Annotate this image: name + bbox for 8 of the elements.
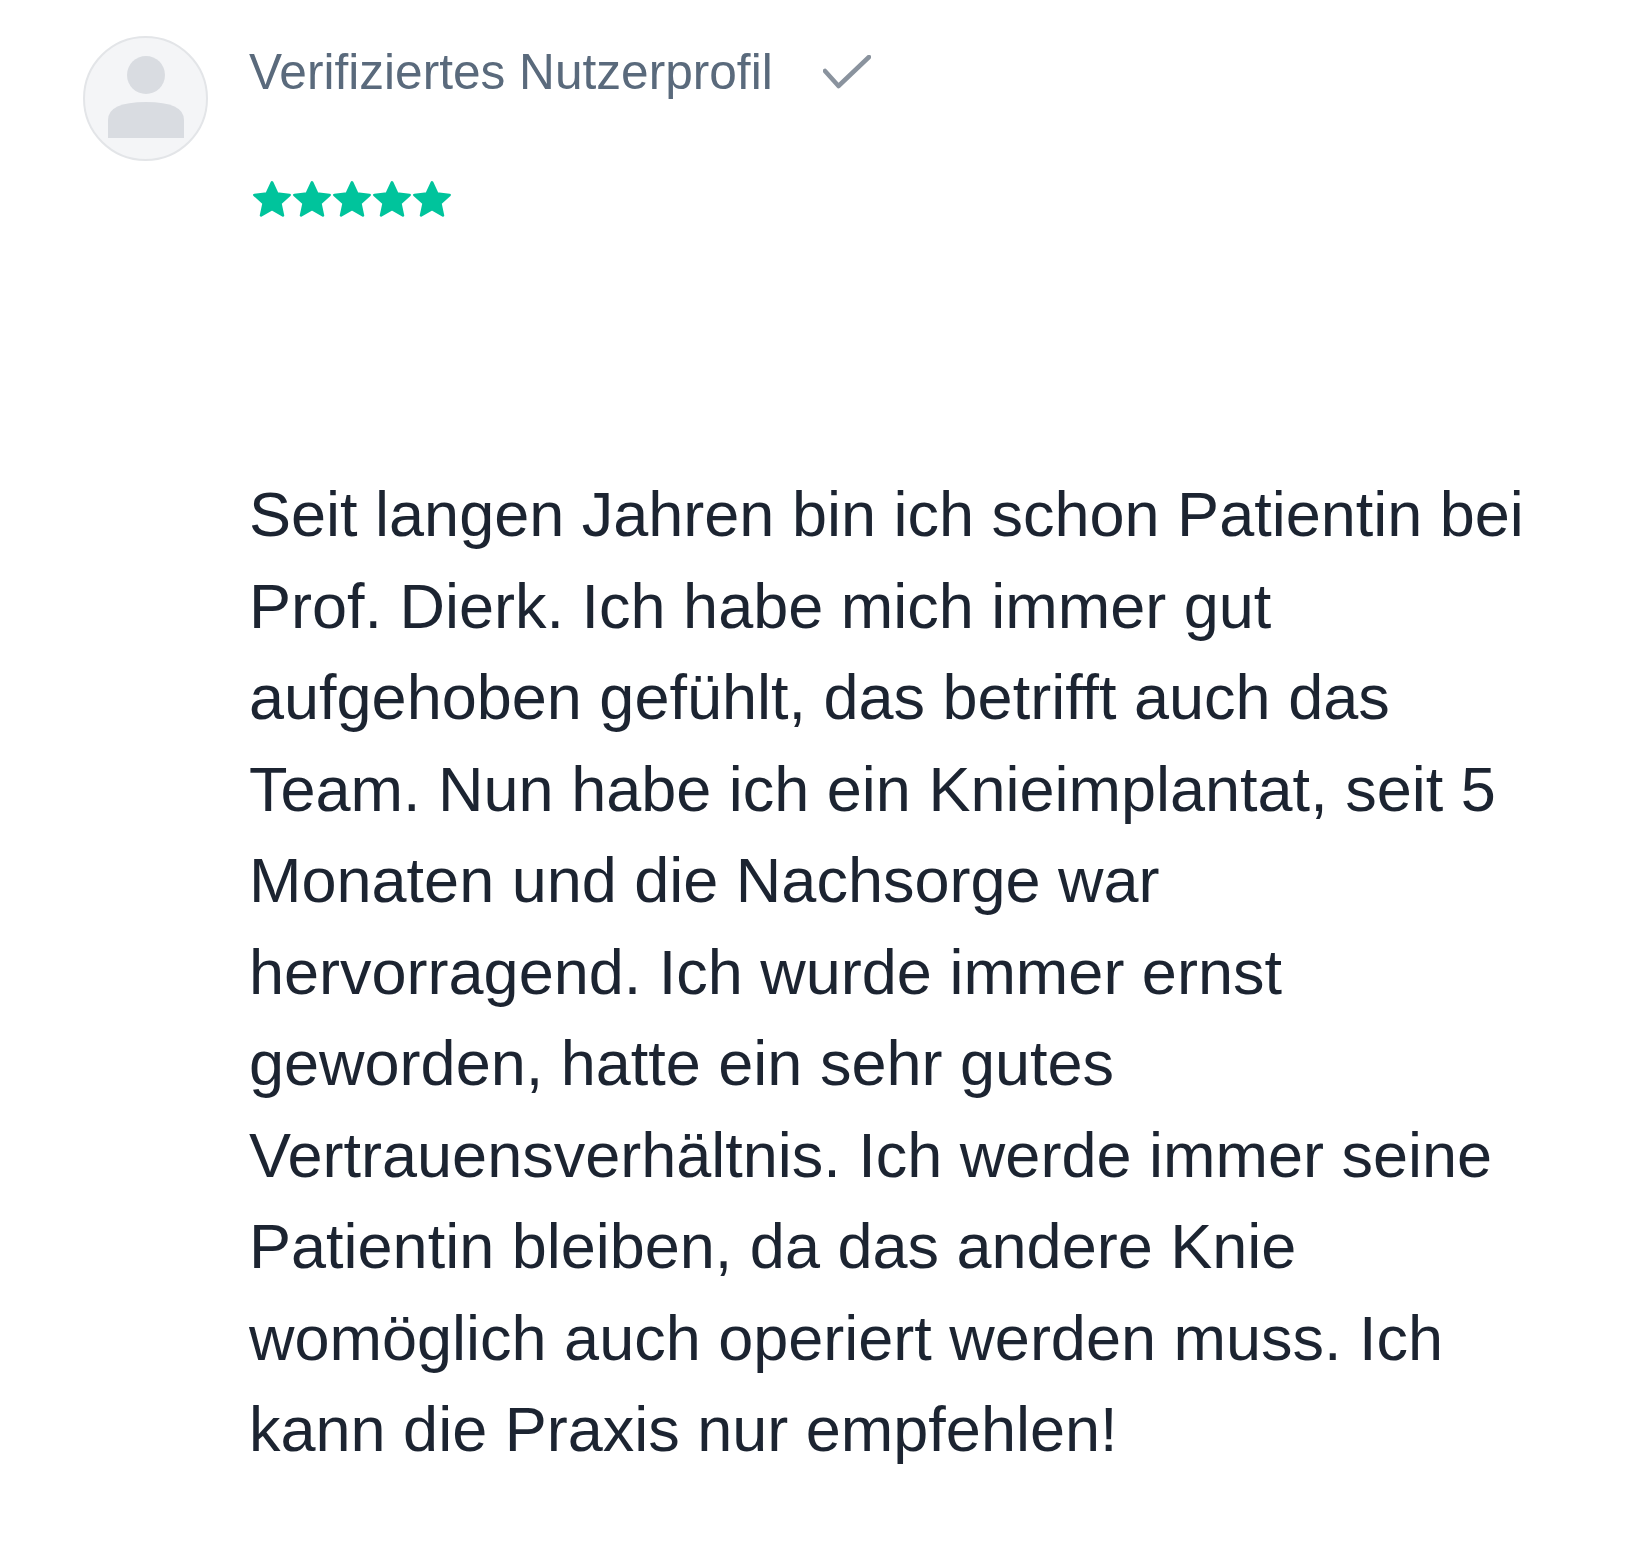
review-text: Seit langen Jahren bin ich schon Patientin bei Prof. Dierk. Ich habe mich immer gut aufgehoben gefühlt, das betrifft auch das Team. Nun habe ich ein Knieimplantat, seit 5 Monaten und die Nachsorge war hervorragend. Ich wurde immer ernst geworden, hatte ein sehr gutes Vertrauensverhältnis. Ich werde immer seine Patientin bleiben, da das andere Knie womöglich auch operiert werden muss. Ich kann die Praxis nur empfehlen! — [249, 478, 1525, 1466]
star-icon — [413, 181, 451, 217]
star-icon — [373, 181, 411, 217]
profile-label: Verifiziertes Nutzerprofil — [249, 43, 773, 101]
user-avatar-icon — [83, 36, 208, 161]
star-icon — [333, 181, 371, 217]
star-icon — [253, 181, 291, 217]
star-icon — [293, 181, 331, 217]
